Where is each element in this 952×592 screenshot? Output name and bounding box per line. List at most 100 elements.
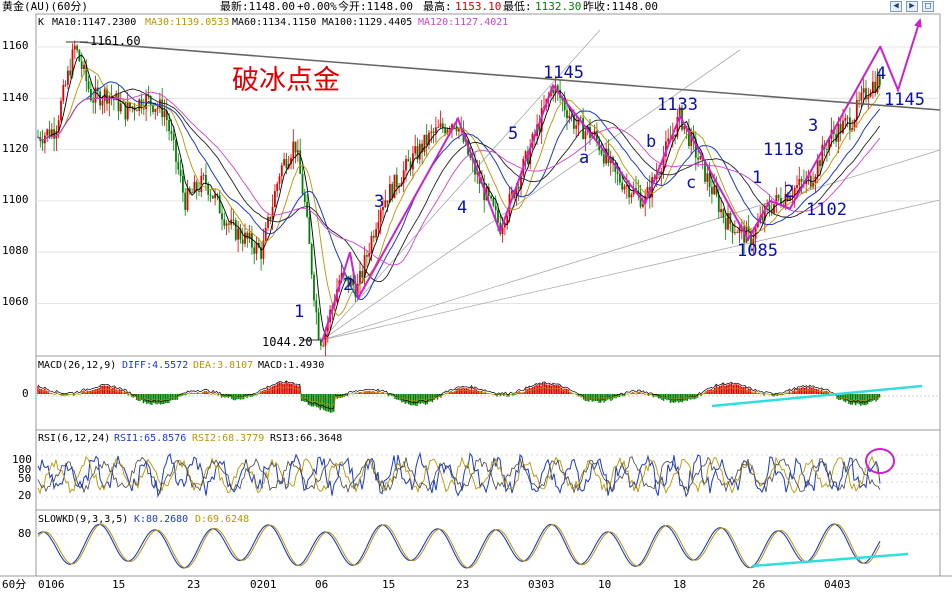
candle-body [283,159,285,166]
candle-body [228,223,230,225]
candle-body [492,198,495,206]
price-label-1133: 1133 [657,95,698,115]
candle-body [439,123,442,128]
candle-body [175,140,177,162]
candle-body [630,194,633,198]
candle-body [777,195,780,199]
candle-body [423,134,426,153]
wave-label-2b: 2 [784,182,794,202]
wave-label-c: c [686,173,696,193]
candle-body [142,108,145,110]
candle-body [860,92,863,101]
candle-body [724,218,727,230]
x-tick-0201: 0201 [250,578,277,591]
candle-body [246,232,249,239]
moving-averages [37,54,881,338]
candle-body [269,216,272,220]
candle-body [602,154,605,164]
price-label-1102: 1102 [806,200,847,220]
candle-body [262,240,265,259]
wave-label-4: 4 [457,198,467,218]
rsi-indicator [37,451,881,498]
candle-body [552,89,555,94]
candle-body [722,209,725,219]
candle-body [179,169,182,177]
candle-body [138,99,141,111]
candle-body [616,171,619,174]
candle-body [377,222,380,229]
chart-title-annotation: 破冰点金 [232,65,340,96]
candle-body [301,173,304,194]
price-label-1145-peak: 1145 [543,63,584,83]
candle-body [619,173,621,183]
candle-body [375,228,377,238]
fan-line [321,49,741,341]
candle-body [46,129,49,136]
candle-body [285,159,288,169]
main-panel-frame [35,13,941,357]
candle-body [317,312,320,340]
kd-y-tick-80: 80 [18,527,31,540]
candle-body [846,117,849,119]
candle-body [241,239,244,244]
candle-body [315,300,318,313]
candle-body [186,188,189,210]
x-tick-0403: 0403 [824,578,851,591]
candle-body [444,128,446,134]
candle-body [92,100,95,103]
candle-body [425,134,428,145]
candle-body [731,223,734,234]
candle-body [67,70,69,85]
candle-body [504,224,506,228]
candle-body [642,204,644,207]
wave-label-3b: 3 [808,116,818,136]
x-tick-06: 06 [315,578,328,591]
candle-body [214,194,216,199]
x-tick-15b: 15 [382,578,395,591]
candle-body [83,64,85,70]
y-tick-1160: 1160 [2,39,29,52]
x-tick-23b: 23 [456,578,469,591]
y-tick-1100: 1100 [2,193,29,206]
candle-body [435,127,437,133]
candle-body [414,146,417,154]
candle-body [862,88,865,93]
x-period-label: 60分 [2,578,26,591]
candle-body [458,129,460,132]
rsi3-line [37,456,881,495]
candle-body [566,110,568,119]
candle-body [101,100,104,106]
candle-body [223,219,226,226]
candle-body [361,271,364,278]
candle-body [706,173,709,182]
candle-body [108,95,111,104]
candle-body [280,165,283,177]
candle-body [658,174,660,175]
candle-body [623,186,626,190]
price-chart[interactable]: 1160 1140 1120 1100 1080 1060 0 100 80 5… [0,0,952,592]
candle-body [437,127,440,128]
y-tick-1060: 1060 [2,295,29,308]
wave-label-1: 1 [294,302,304,322]
x-tick-23a: 23 [187,578,200,591]
candle-body [497,210,499,223]
x-tick-10: 10 [598,578,611,591]
candle-body [255,242,258,254]
candle-body [368,253,371,257]
candle-body [221,213,223,220]
candle-body [711,187,713,195]
candle-body [184,192,187,210]
candle-body [182,176,184,193]
candle-body [837,123,840,142]
candle-body [405,159,407,171]
candle-body [494,205,497,211]
candle-body [297,150,299,153]
candle-body [163,110,166,118]
candle-body [87,81,90,90]
candle-body [117,93,120,112]
candle-body [267,216,269,228]
descending-trendline [79,41,941,111]
x-tick-18: 18 [673,578,686,591]
macd-y-tick-0: 0 [22,387,29,400]
candle-body [264,227,267,241]
